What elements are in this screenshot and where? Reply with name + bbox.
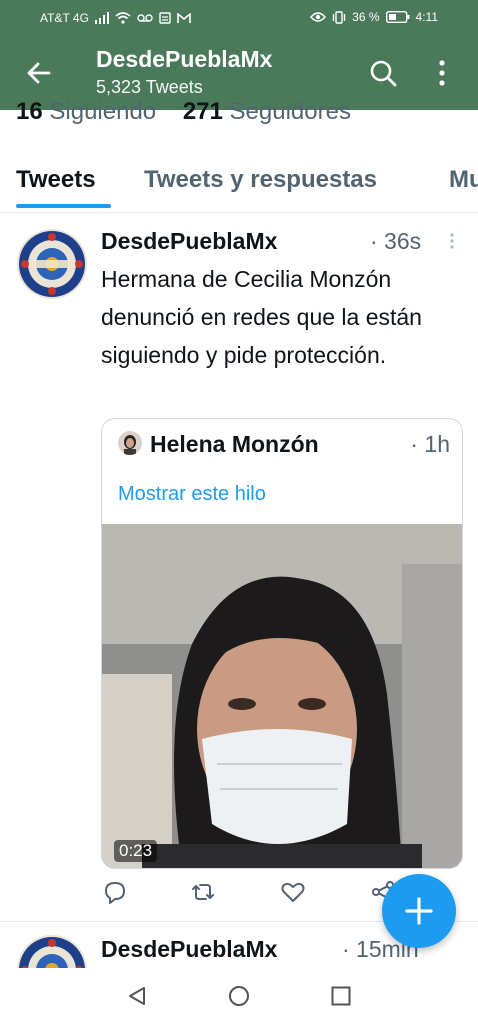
tweet-author[interactable]: DesdePueblaMx <box>101 936 277 963</box>
carrier-label: AT&T 4G <box>40 11 89 25</box>
clock: 4:11 <box>415 10 438 24</box>
top-bar: AT&T 4G 36 % 4:11 DesdePueblaMx 5,323 Tw… <box>0 0 478 110</box>
status-right: 36 % 4:11 <box>310 10 438 24</box>
plus-icon <box>405 897 433 925</box>
reply-icon[interactable] <box>101 878 129 906</box>
active-tab-indicator <box>16 204 111 208</box>
following-label[interactable]: Siguiendo <box>49 98 156 125</box>
compose-tweet-button[interactable] <box>382 874 456 948</box>
arrow-left-icon[interactable] <box>24 58 54 88</box>
like-icon[interactable] <box>279 878 307 906</box>
followers-label[interactable]: Seguidores <box>230 98 351 125</box>
gmail-icon <box>177 12 191 23</box>
video-frame <box>102 524 462 868</box>
avatar[interactable] <box>17 229 87 299</box>
tweet-text: Hermana de Cecilia Monzón denunció en re… <box>101 266 422 368</box>
battery-icon <box>385 11 410 23</box>
nav-back-icon[interactable] <box>126 985 148 1007</box>
sim-icon <box>159 12 171 24</box>
signal-icon <box>94 12 109 24</box>
search-icon[interactable] <box>368 58 398 88</box>
status-bar: AT&T 4G 36 % 4:11 <box>0 0 478 36</box>
video-duration: 0:23 <box>114 840 158 862</box>
tweet-count: 5,323 Tweets <box>96 77 203 97</box>
eye-icon <box>310 12 327 22</box>
tweet-actions <box>101 878 411 910</box>
battery-percent: 36 % <box>352 10 380 24</box>
tweet-time[interactable]: · 36s <box>370 228 421 255</box>
tweet-author[interactable]: DesdePueblaMx <box>101 228 277 255</box>
vibrate-icon <box>332 10 346 24</box>
retweet-icon[interactable] <box>189 878 217 906</box>
profile-tabs: Tweets Tweets y respuestas Mu <box>0 150 478 213</box>
voicemail-icon <box>137 14 153 22</box>
avatar-image <box>17 229 87 299</box>
follow-stats: 16 Siguiendo 271 Seguidores <box>16 98 351 126</box>
tab-media[interactable]: Mu <box>449 166 478 194</box>
video-thumbnail[interactable]: 0:23 <box>102 524 462 868</box>
show-thread-link[interactable]: Mostrar este hilo <box>118 483 266 506</box>
followers-count[interactable]: 271 <box>183 98 223 125</box>
quote-avatar <box>118 431 142 455</box>
status-left: AT&T 4G <box>40 11 191 25</box>
wifi-icon <box>115 12 131 24</box>
nav-recents-icon[interactable] <box>330 985 352 1007</box>
quoted-tweet[interactable]: Helena Monzón · 1h Mostrar este hilo 0:2… <box>101 418 463 869</box>
page-title: DesdePueblaMx <box>96 46 273 72</box>
quote-author[interactable]: Helena Monzón <box>150 431 319 458</box>
system-nav-bar <box>0 968 478 1024</box>
following-count[interactable]: 16 <box>16 98 43 125</box>
more-vertical-icon[interactable] <box>432 58 452 88</box>
quote-time[interactable]: · 1h <box>410 431 450 458</box>
tab-tweets[interactable]: Tweets <box>16 166 96 194</box>
nav-home-icon[interactable] <box>228 985 250 1007</box>
tab-tweets-and-replies[interactable]: Tweets y respuestas <box>144 166 377 194</box>
tweet-menu-icon[interactable] <box>449 232 455 250</box>
